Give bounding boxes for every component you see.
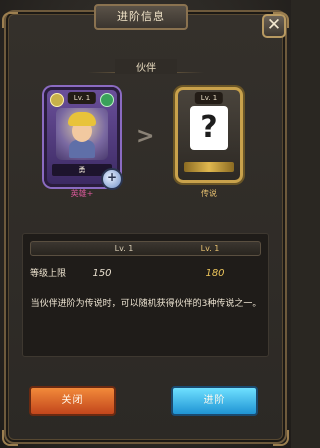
add-icon[interactable]: + — [101, 168, 123, 190]
dialog-frame — [4, 10, 287, 444]
portrait-hair — [68, 112, 96, 126]
element-badge-icon — [100, 93, 114, 107]
level-cap-label: 等级上限 — [30, 269, 67, 279]
question-mark-icon: ? — [190, 106, 228, 150]
frame-corner-ornament — [273, 430, 289, 446]
from-level: Lv. 1 — [114, 244, 134, 253]
current-partner-card[interactable]: Lv. 1 勇 + — [44, 87, 123, 190]
legend-frame-strip — [184, 162, 234, 172]
target-partner-card: Lv. 1 ? — [175, 87, 243, 183]
dialog-title: 进阶信息 — [94, 4, 188, 30]
arrow-right-icon: > — [136, 124, 155, 149]
card-level: Lv. 1 — [194, 92, 224, 104]
card-level: Lv. 1 — [67, 92, 97, 104]
target-rarity-caption: 传说 — [201, 189, 217, 198]
close-icon[interactable]: ✕ — [262, 14, 286, 38]
upgrade-dialog: 进阶信息 ✕ 伙伴 Lv. 1 勇 + > Lv. 1 ? 英雄+ 传说 Lv.… — [0, 0, 291, 448]
close-button[interactable]: 关闭 — [29, 386, 116, 416]
partner-portrait — [56, 108, 108, 160]
portrait-body — [69, 140, 95, 158]
upgrade-description: 当伙伴进阶为传说时，可以随机获得伙伴的3种传说之一。 — [30, 299, 262, 309]
level-cap-current: 150 — [92, 268, 112, 279]
level-cap-next: 180 — [205, 268, 225, 279]
level-header: Lv. 1 Lv. 1 — [30, 241, 261, 256]
current-rarity-caption: 英雄+ — [70, 189, 94, 198]
to-level: Lv. 1 — [200, 244, 220, 253]
advance-button[interactable]: 进阶 — [171, 386, 258, 416]
rarity-badge-icon — [50, 93, 64, 107]
frame-corner-ornament — [2, 12, 18, 28]
frame-corner-ornament — [2, 430, 18, 446]
section-label: 伙伴 — [115, 59, 177, 74]
